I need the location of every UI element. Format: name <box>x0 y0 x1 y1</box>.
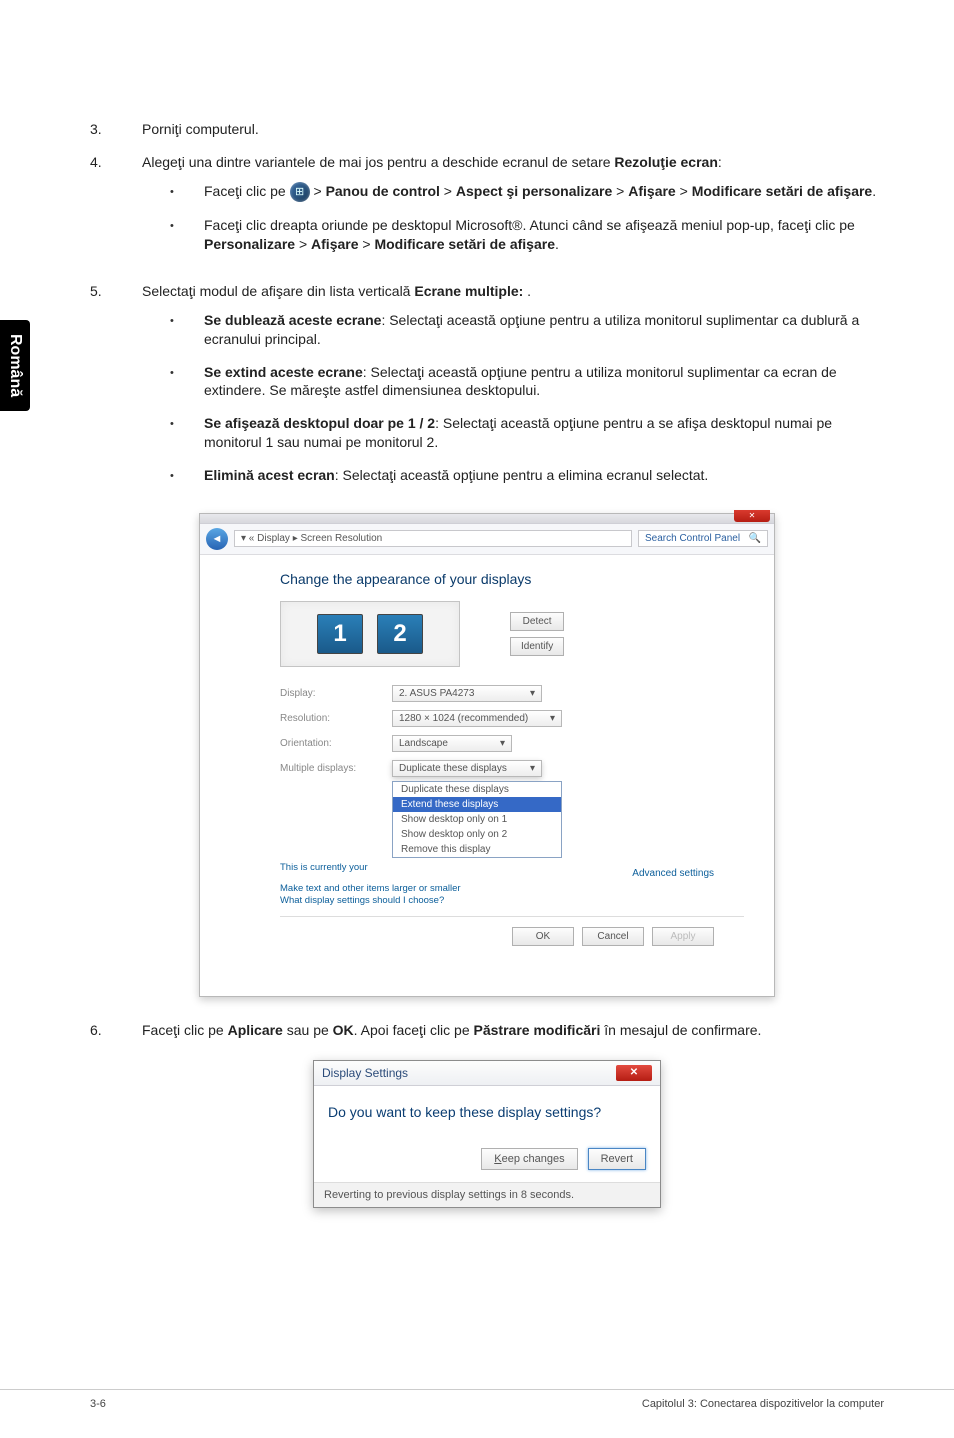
detect-button[interactable]: Detect <box>510 612 564 631</box>
step4-bullet-1: • Faceţi clic pe > Panou de control > As… <box>170 182 884 202</box>
window-heading: Change the appearance of your displays <box>280 571 744 587</box>
page-number: 3-6 <box>90 1398 106 1410</box>
monitor-2-icon[interactable]: 2 <box>377 614 423 654</box>
breadcrumb[interactable]: ▾ « Display ▸ Screen Resolution <box>234 530 632 547</box>
bullet-icon: • <box>170 414 204 452</box>
step-4: 4. Alegeţi una dintre variantele de mai … <box>90 153 884 268</box>
search-icon: 🔍 <box>749 533 761 544</box>
step-number: 3. <box>90 120 142 139</box>
window-titlebar: ✕ <box>200 514 774 524</box>
link-what-settings[interactable]: What display settings should I choose? <box>280 895 744 907</box>
chapter-title: Capitolul 3: Conectarea dispozitivelor l… <box>642 1398 884 1410</box>
bullet-icon: • <box>170 466 204 485</box>
step5-intro: Selectaţi modul de afişare din lista ver… <box>142 283 531 299</box>
search-input[interactable]: Search Control Panel 🔍 <box>638 530 768 547</box>
chevron-down-icon: ▾ <box>550 713 555 724</box>
search-placeholder: Search Control Panel <box>645 533 740 544</box>
identify-button[interactable]: Identify <box>510 637 564 656</box>
cancel-button[interactable]: Cancel <box>582 927 644 946</box>
chevron-down-icon: ▾ <box>530 688 535 699</box>
step-5: 5. Selectaţi modul de afişare din lista … <box>90 282 884 499</box>
start-icon <box>290 182 310 202</box>
menu-item-duplicate[interactable]: Duplicate these displays <box>393 782 561 797</box>
screen-resolution-window: ✕ ◄ ▾ « Display ▸ Screen Resolution Sear… <box>199 513 775 997</box>
display-dropdown[interactable]: 2. ASUS PA4273▾ <box>392 685 542 702</box>
dialog-title: Display Settings <box>322 1066 408 1080</box>
chevron-down-icon: ▾ <box>500 738 505 749</box>
bullet-text: Faceţi clic pe > Panou de control > Aspe… <box>204 182 876 202</box>
page-footer: 3-6 Capitolul 3: Conectarea dispozitivel… <box>0 1389 954 1410</box>
step5-opt-2: • Se extind aceste ecrane: Selectaţi ace… <box>170 363 884 401</box>
keep-changes-button[interactable]: Keep changes <box>481 1148 577 1170</box>
window-navbar: ◄ ▾ « Display ▸ Screen Resolution Search… <box>200 524 774 555</box>
step4-intro: Alegeţi una dintre variantele de mai jos… <box>142 154 722 170</box>
bullet-icon: • <box>170 216 204 254</box>
language-tab: Română <box>0 320 30 411</box>
bullet-text: Se afişează desktopul doar pe 1 / 2: Sel… <box>204 414 884 452</box>
bullet-text: Elimină acest ecran: Selectaţi această o… <box>204 466 708 485</box>
step5-opt-3: • Se afişează desktopul doar pe 1 / 2: S… <box>170 414 884 452</box>
revert-button[interactable]: Revert <box>588 1148 646 1170</box>
menu-item-remove[interactable]: Remove this display <box>393 842 561 857</box>
bullet-text: Se dublează aceste ecrane: Selectaţi ace… <box>204 311 884 349</box>
bullet-text: Se extind aceste ecrane: Selectaţi aceas… <box>204 363 884 401</box>
orientation-label: Orientation: <box>280 738 376 749</box>
monitor-preview[interactable]: 1 2 <box>280 601 460 667</box>
currently-text: This is currently your <box>280 862 368 879</box>
multiple-displays-menu: Duplicate these displays Extend these di… <box>392 781 562 858</box>
language-label: Română <box>7 334 24 397</box>
multiple-displays-dropdown[interactable]: Duplicate these displays▾ <box>392 760 542 777</box>
orientation-dropdown[interactable]: Landscape▾ <box>392 735 512 752</box>
chevron-down-icon: ▾ <box>530 763 535 774</box>
display-settings-dialog: Display Settings ✕ Do you want to keep t… <box>313 1060 661 1208</box>
bullet-icon: • <box>170 363 204 401</box>
link-text-size[interactable]: Make text and other items larger or smal… <box>280 883 744 895</box>
bullet-icon: • <box>170 311 204 349</box>
step6-text: Faceţi clic pe Aplicare sau pe OK. Apoi … <box>142 1021 884 1040</box>
resolution-label: Resolution: <box>280 713 376 724</box>
step-number: 5. <box>90 282 142 499</box>
step5-opt-1: • Se dublează aceste ecrane: Selectaţi a… <box>170 311 884 349</box>
resolution-dropdown[interactable]: 1280 × 1024 (recommended)▾ <box>392 710 562 727</box>
dialog-footer: Reverting to previous display settings i… <box>314 1182 660 1207</box>
step5-opt-4: • Elimină acest ecran: Selectaţi această… <box>170 466 884 485</box>
menu-item-show2[interactable]: Show desktop only on 2 <box>393 827 561 842</box>
dialog-titlebar: Display Settings ✕ <box>314 1061 660 1086</box>
step-number: 4. <box>90 153 142 268</box>
nav-back-icon[interactable]: ◄ <box>206 528 228 550</box>
monitor-1-icon[interactable]: 1 <box>317 614 363 654</box>
close-icon[interactable]: ✕ <box>734 510 770 522</box>
apply-button[interactable]: Apply <box>652 927 714 946</box>
close-icon[interactable]: ✕ <box>616 1065 652 1081</box>
step-text: Porniţi computerul. <box>142 120 884 139</box>
menu-item-show1[interactable]: Show desktop only on 1 <box>393 812 561 827</box>
multiple-displays-label: Multiple displays: <box>280 763 376 774</box>
display-label: Display: <box>280 688 376 699</box>
bullet-text: Faceţi clic dreapta oriunde pe desktopul… <box>204 216 884 254</box>
step-3: 3. Porniţi computerul. <box>90 120 884 139</box>
advanced-settings-link[interactable]: Advanced settings <box>632 868 714 879</box>
dialog-question: Do you want to keep these display settin… <box>314 1086 660 1148</box>
step-6: 6. Faceţi clic pe Aplicare sau pe OK. Ap… <box>90 1021 884 1040</box>
menu-item-extend[interactable]: Extend these displays <box>393 797 561 812</box>
page-content: 3. Porniţi computerul. 4. Alegeţi una di… <box>0 0 954 1288</box>
step-number: 6. <box>90 1021 142 1040</box>
ok-button[interactable]: OK <box>512 927 574 946</box>
step4-bullet-2: • Faceţi clic dreapta oriunde pe desktop… <box>170 216 884 254</box>
bullet-icon: • <box>170 182 204 202</box>
